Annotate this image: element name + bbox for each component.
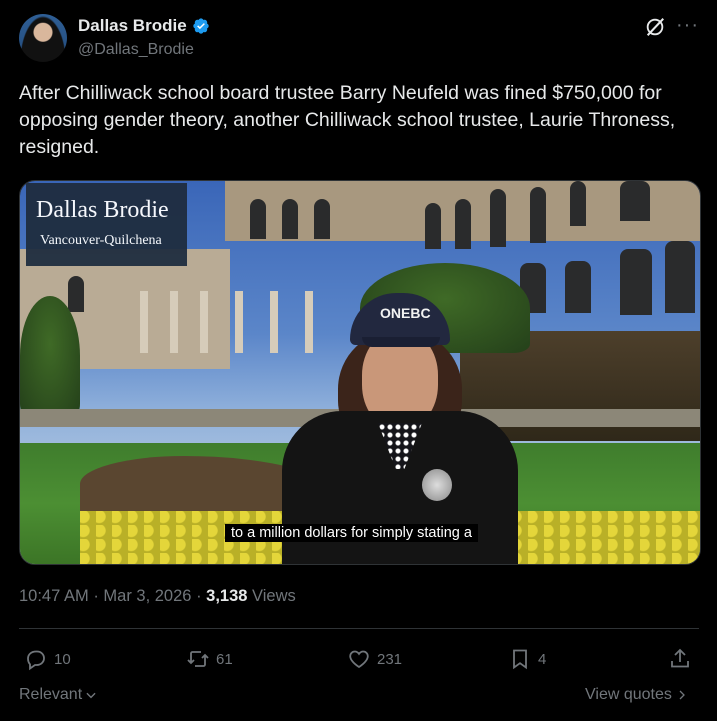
share-button[interactable] [668, 646, 692, 672]
author-name-row[interactable]: Dallas Brodie [78, 16, 210, 36]
bookmark-button[interactable]: 4 [508, 646, 546, 672]
bookmark-count: 4 [538, 650, 547, 668]
sort-dropdown[interactable]: Relevant [19, 686, 98, 704]
meta-separator: · [196, 587, 202, 605]
heart-icon [349, 650, 369, 669]
post-meta: 10:47 AM · Mar 3, 2026 · 3,138 Views [19, 587, 296, 606]
view-quotes-link[interactable]: View quotes [585, 686, 688, 704]
meta-separator: · [93, 587, 99, 605]
post-date[interactable]: Mar 3, 2026 [103, 587, 191, 605]
building-window [314, 199, 330, 239]
building-window [490, 189, 506, 247]
repost-icon [187, 651, 209, 667]
building-window [425, 203, 441, 249]
reply-icon [27, 650, 45, 671]
name-card: Dallas Brodie Vancouver-Quilchena [26, 183, 187, 266]
lapel-mic [422, 469, 452, 501]
hedge [20, 296, 80, 416]
author-handle[interactable]: @Dallas_Brodie [78, 41, 194, 59]
divider [19, 628, 699, 629]
reply-button[interactable]: 10 [24, 646, 71, 672]
building-window [68, 276, 84, 312]
author-display-name[interactable]: Dallas Brodie [78, 16, 187, 36]
sort-label: Relevant [19, 686, 83, 703]
building-window [620, 181, 650, 221]
building-column [140, 291, 148, 353]
video-caption: to a million dollars for simply stating … [225, 524, 478, 542]
tweet-text: After Chilliwack school board trustee Ba… [19, 82, 676, 158]
more-icon[interactable]: ··· [676, 14, 699, 37]
building-window [455, 199, 471, 249]
building-window [282, 199, 298, 239]
reply-count: 10 [54, 650, 71, 668]
name-card-subtitle: Vancouver-Quilchena [40, 233, 162, 248]
cap-logo: ONEBC [380, 305, 431, 321]
view-quotes-label: View quotes [585, 686, 672, 703]
building-window [250, 199, 266, 239]
building-window [570, 181, 586, 226]
repost-button[interactable]: 61 [186, 646, 233, 672]
tweet-post: Dallas Brodie @Dallas_Brodie ··· After C… [0, 0, 717, 721]
building-window [665, 241, 695, 313]
building-window [530, 187, 546, 243]
views-count: 3,138 [206, 587, 248, 605]
building-column [235, 291, 243, 353]
building-window [620, 249, 652, 315]
like-button[interactable]: 231 [347, 646, 402, 672]
grok-icon[interactable] [644, 16, 666, 38]
building-column [200, 291, 208, 353]
bookmark-icon [513, 649, 527, 670]
avatar[interactable] [19, 14, 67, 62]
views-label: Views [252, 587, 296, 605]
chevron-right-icon [679, 690, 685, 700]
share-icon [671, 648, 689, 668]
chevron-down-icon [86, 692, 96, 699]
like-count: 231 [377, 650, 403, 668]
name-card-title: Dallas Brodie [36, 197, 169, 223]
building-column [270, 291, 278, 353]
repost-count: 61 [216, 650, 233, 668]
verified-badge-icon [192, 18, 209, 34]
post-time[interactable]: 10:47 AM [19, 587, 89, 605]
speaker: ONEBC [282, 281, 518, 564]
speaker-cap-brim [362, 337, 440, 347]
building-window [565, 261, 591, 313]
video-player[interactable]: ONEBC Dallas Brodie Vancouver-Quilchena … [19, 180, 701, 565]
building-column [170, 291, 178, 353]
